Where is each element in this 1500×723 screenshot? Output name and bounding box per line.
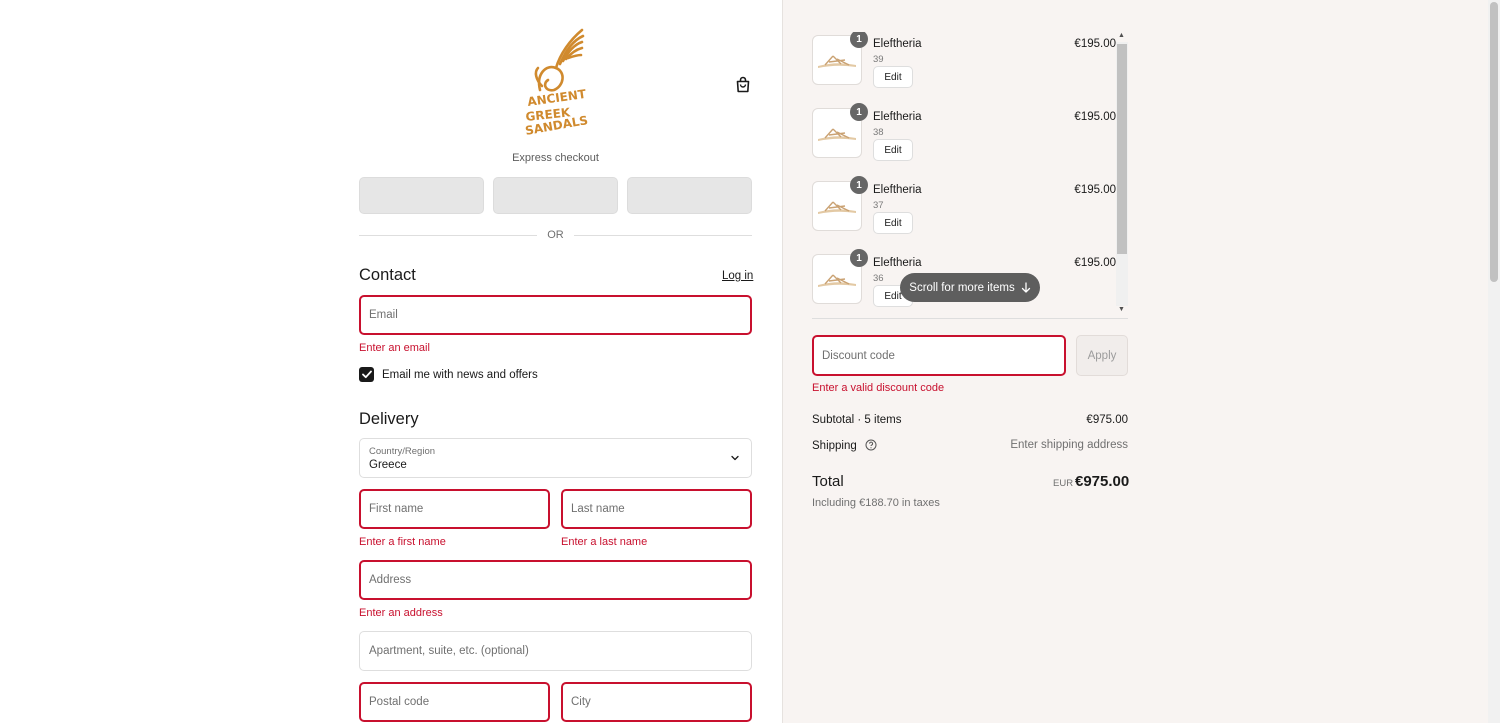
item-size: 39 [873,54,884,65]
shipping-value: Enter shipping address [1010,439,1128,451]
city-placeholder: City [571,696,591,708]
country-select[interactable]: Country/Region Greece [359,438,752,478]
sandal-image [818,201,856,214]
item-name: Eleftheria [873,184,922,196]
express-pay-button-1[interactable] [359,177,484,214]
scroll-hint-label: Scroll for more items [909,281,1015,294]
country-value: Greece [369,459,407,471]
shopping-bag-icon [736,76,750,92]
apply-discount-button[interactable]: Apply [1076,335,1128,376]
item-price: €195.00 [1074,38,1116,50]
item-price: €195.00 [1074,111,1116,123]
item-name: Eleftheria [873,111,922,123]
sandal-image [818,274,856,287]
quantity-badge: 1 [850,249,868,267]
express-checkout-title: Express checkout [512,152,599,164]
first-name-placeholder: First name [369,503,424,515]
first-name-error: Enter a first name [359,536,446,548]
subtotal-value: €975.00 [1086,414,1128,426]
first-name-field[interactable]: First name [359,489,550,529]
sandal-image [818,55,856,68]
discount-code-field[interactable]: Discount code [812,335,1066,376]
page-scrollbar[interactable] [1488,0,1500,723]
newsletter-checkbox[interactable] [359,367,374,382]
address-placeholder: Address [369,574,412,586]
email-error: Enter an email [359,342,430,354]
address-error: Enter an address [359,607,443,619]
subtotal-row: Subtotal · 5 items €975.00 [812,414,1128,426]
cart-item: 1 Eleftheria 39 Edit €195.00 [812,32,1116,92]
apartment-field[interactable]: Apartment, suite, etc. (optional) [359,631,752,671]
newsletter-option[interactable]: Email me with news and offers [359,367,538,382]
login-link[interactable]: Log in [722,270,753,282]
city-field[interactable]: City [561,682,752,722]
contact-title: Contact [359,266,416,284]
scroll-up-arrow-icon[interactable]: ▲ [1118,32,1125,39]
logo-text-line1: ANCIENT [526,87,587,109]
cart-item: 1 Eleftheria 38 Edit €195.00 [812,103,1116,165]
edit-item-button[interactable]: Edit [873,139,913,161]
apartment-placeholder: Apartment, suite, etc. (optional) [369,645,529,657]
discount-placeholder: Discount code [822,349,895,362]
or-divider: OR [359,228,752,244]
sandal-image [818,128,856,141]
chevron-down-icon [731,455,739,461]
item-size: 38 [873,127,884,138]
or-label: OR [547,229,564,241]
country-label: Country/Region [369,446,436,457]
discount-error: Enter a valid discount code [812,382,945,394]
cart-button[interactable] [730,71,756,97]
email-placeholder: Email [369,309,398,321]
brand-logo[interactable]: ANCIENT GREEK SANDALS [516,28,596,138]
shipping-row: Shipping Enter shipping address [812,439,1128,452]
edit-item-button[interactable]: Edit [873,66,913,88]
item-price: €195.00 [1074,184,1116,196]
postal-code-field[interactable]: Postal code [359,682,550,722]
total-label: Total [812,473,844,490]
cart-scrollbar[interactable]: ▲ ▼ [1116,32,1128,316]
postal-code-placeholder: Postal code [369,696,430,708]
subtotal-label: Subtotal · 5 items [812,414,902,426]
summary-divider [812,318,1128,319]
edit-item-button[interactable]: Edit [873,212,913,234]
arrow-down-icon [1021,282,1030,293]
express-pay-button-2[interactable] [493,177,618,214]
help-circle-icon[interactable] [865,439,877,451]
page-scrollbar-thumb[interactable] [1490,2,1498,282]
checkmark-icon [361,370,372,379]
total-currency: EUR [1053,478,1074,489]
quantity-badge: 1 [850,103,868,121]
scroll-more-items-button[interactable]: Scroll for more items [900,273,1040,302]
last-name-error: Enter a last name [561,536,648,548]
tax-note: Including €188.70 in taxes [812,497,940,509]
last-name-field[interactable]: Last name [561,489,752,529]
last-name-placeholder: Last name [571,503,625,515]
item-name: Eleftheria [873,257,922,269]
express-pay-button-3[interactable] [627,177,752,214]
item-size: 37 [873,200,884,211]
address-field[interactable]: Address [359,560,752,600]
item-price: €195.00 [1074,257,1116,269]
quantity-badge: 1 [850,176,868,194]
email-field[interactable]: Email [359,295,752,335]
cart-scrollbar-thumb[interactable] [1117,44,1127,254]
cart-item: 1 Eleftheria 37 Edit €195.00 [812,176,1116,238]
item-name: Eleftheria [873,38,922,50]
shipping-label: Shipping [812,440,857,452]
quantity-badge: 1 [850,32,868,48]
total-value: €975.00 [1075,473,1130,490]
delivery-title: Delivery [359,410,419,428]
item-size: 36 [873,273,884,284]
scroll-down-arrow-icon[interactable]: ▼ [1118,306,1125,313]
newsletter-label: Email me with news and offers [382,368,538,381]
